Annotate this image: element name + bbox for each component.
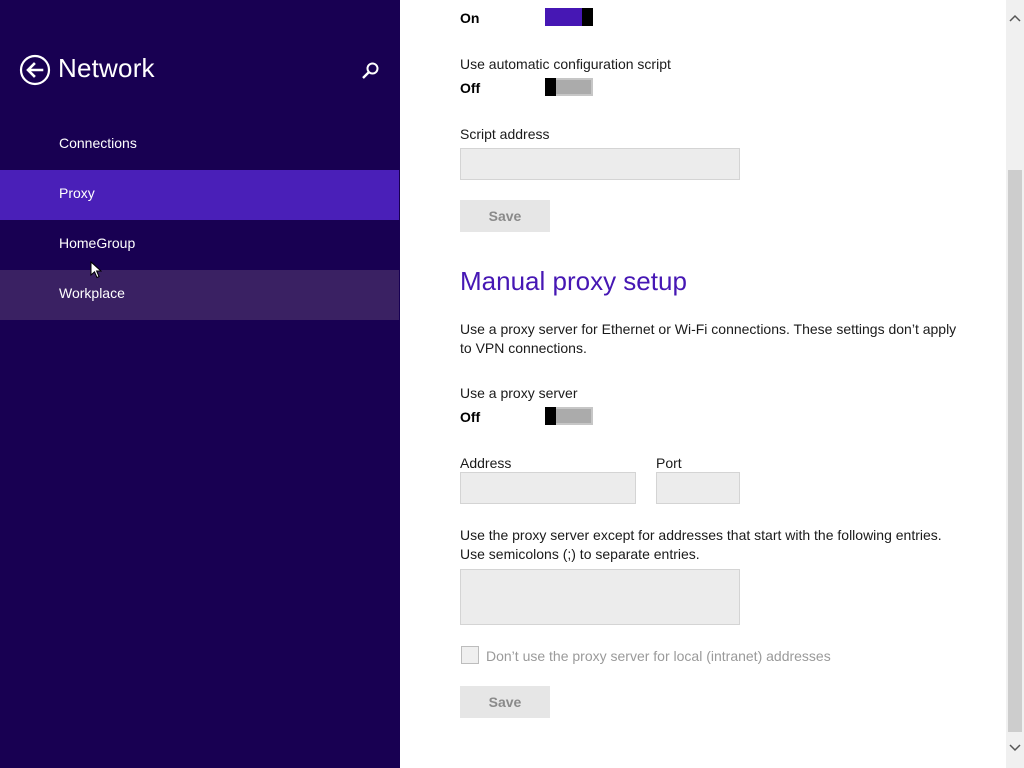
sidebar-item-label: Proxy: [59, 185, 95, 201]
config-script-label: Use automatic configuration script: [460, 56, 671, 72]
back-arrow-circle-icon[interactable]: [19, 54, 51, 86]
proxy-settings-panel: On Use automatic configuration script Of…: [400, 0, 1006, 768]
scrollbar-thumb[interactable]: [1008, 170, 1022, 732]
detect-settings-toggle[interactable]: [545, 8, 593, 26]
config-script-toggle[interactable]: [545, 78, 593, 96]
search-icon[interactable]: [360, 60, 382, 82]
chevron-down-icon[interactable]: [1006, 738, 1024, 756]
use-proxy-label: Use a proxy server: [460, 385, 578, 401]
exceptions-input[interactable]: [460, 569, 740, 625]
port-input[interactable]: [656, 472, 740, 504]
vertical-scrollbar[interactable]: [1006, 0, 1024, 768]
sidebar-item-connections[interactable]: Connections: [0, 120, 399, 170]
save-script-button[interactable]: Save: [460, 200, 550, 232]
address-label: Address: [460, 455, 512, 471]
mouse-cursor-icon: [90, 260, 103, 284]
exceptions-description: Use the proxy server except for addresse…: [460, 527, 942, 562]
script-address-label: Script address: [460, 126, 550, 142]
sidebar-item-proxy[interactable]: Proxy: [0, 170, 399, 220]
use-proxy-state: Off: [460, 409, 481, 425]
sidebar-item-homegroup[interactable]: HomeGroup: [0, 220, 399, 270]
local-bypass-checkbox[interactable]: [461, 646, 479, 664]
address-input[interactable]: [460, 472, 636, 504]
sidebar-item-workplace[interactable]: Workplace: [0, 270, 399, 320]
local-bypass-label: Don’t use the proxy server for local (in…: [486, 648, 831, 664]
sidebar-item-label: Workplace: [59, 285, 125, 301]
chevron-up-icon[interactable]: [1006, 10, 1024, 28]
section-description: Use a proxy server for Ethernet or Wi-Fi…: [460, 321, 957, 356]
sidebar-item-label: HomeGroup: [59, 235, 136, 251]
sidebar: Network Connections Proxy HomeGroup Work…: [0, 0, 400, 768]
save-manual-button[interactable]: Save: [460, 686, 550, 718]
detect-settings-state: On: [460, 10, 480, 26]
script-address-input[interactable]: [460, 148, 740, 180]
port-label: Port: [656, 455, 682, 471]
section-heading: Manual proxy setup: [460, 266, 687, 296]
use-proxy-toggle[interactable]: [545, 407, 593, 425]
config-script-state: Off: [460, 80, 481, 96]
page-title: Network: [58, 53, 155, 83]
sidebar-item-label: Connections: [59, 135, 137, 151]
